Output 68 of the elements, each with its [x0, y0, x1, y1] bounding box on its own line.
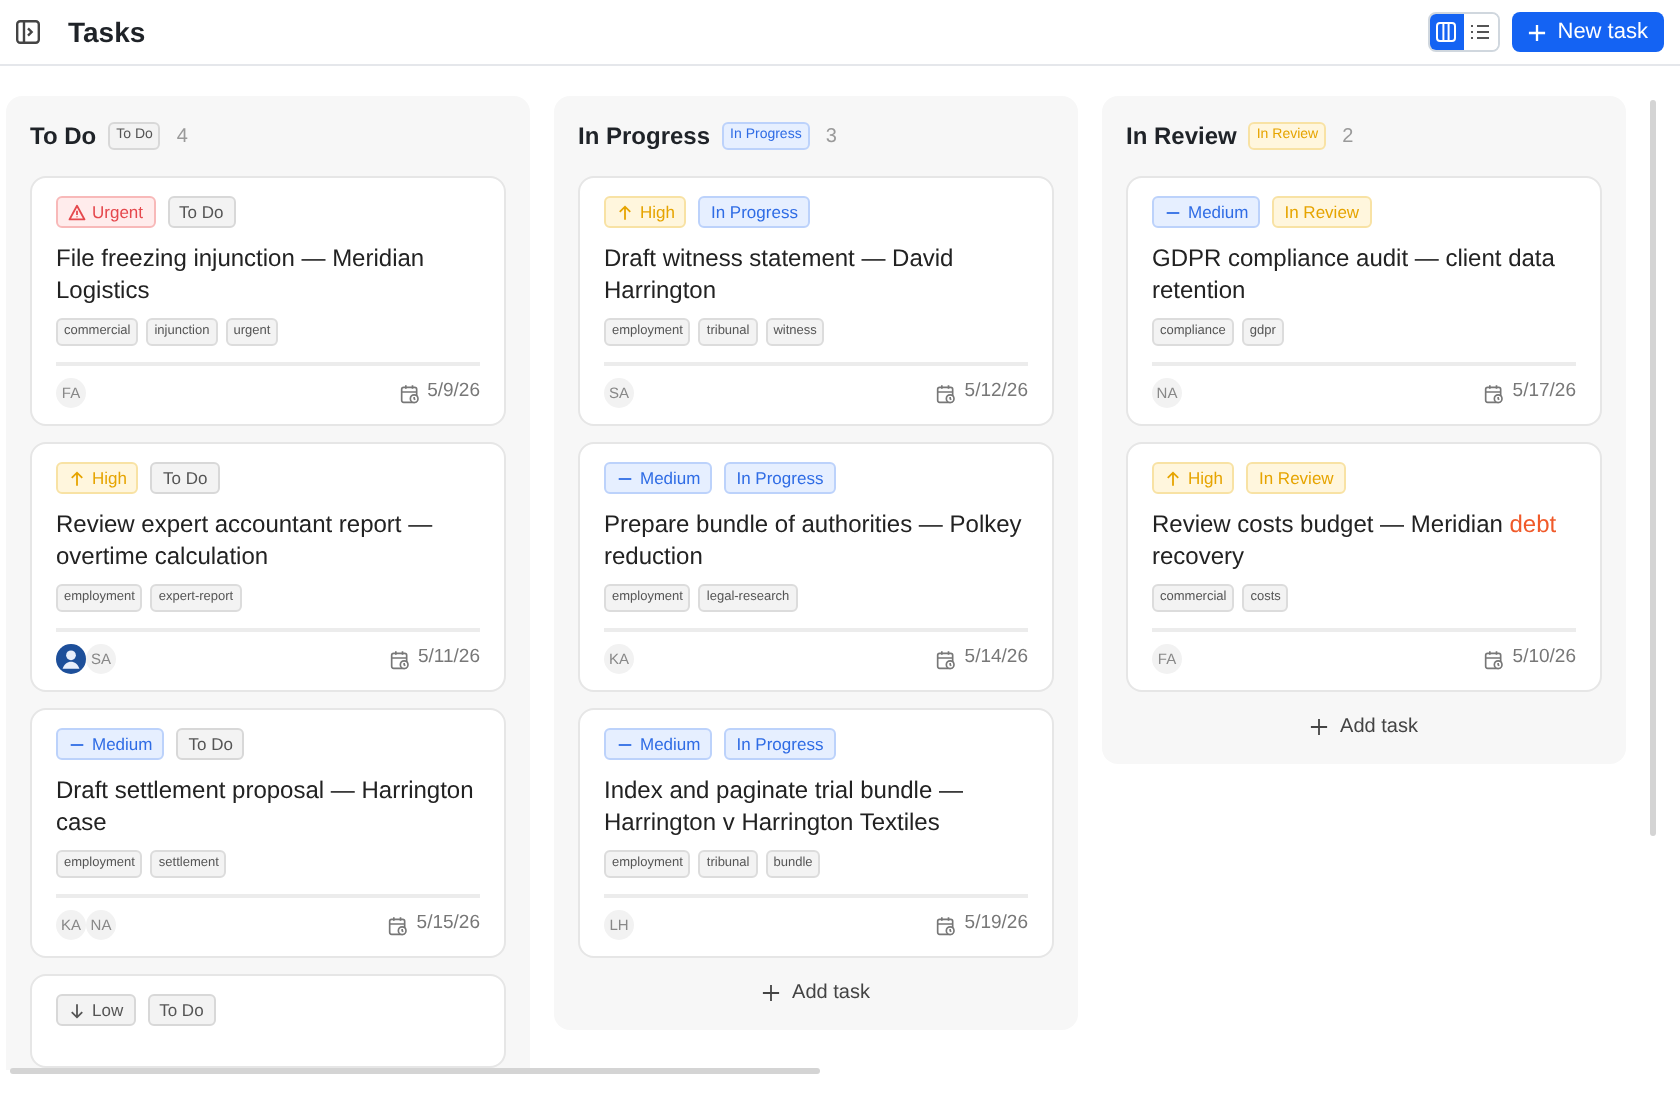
- add-task-button[interactable]: Add task: [1310, 708, 1418, 744]
- task-count: 4: [176, 123, 188, 151]
- avatar-icon: [56, 644, 86, 674]
- calendar-icon: [1484, 383, 1505, 403]
- status-badge: In Review: [1272, 196, 1372, 228]
- arrow-up-icon: [1164, 469, 1182, 487]
- calendar-icon: [388, 915, 409, 935]
- calendar-icon: [936, 649, 957, 669]
- task-title: Draft witness statement — David Harrington: [604, 242, 956, 306]
- task-title: File freezing injunction — Meridian Logistics: [56, 242, 427, 306]
- priority-badge: Medium: [604, 728, 713, 760]
- task-title: Prepare bundle of authorities — Polkey reduction: [604, 508, 1024, 572]
- sidebar-toggle-icon[interactable]: [16, 20, 40, 44]
- due-date: 5/12/26: [964, 378, 1028, 407]
- page-title: Tasks: [68, 13, 146, 51]
- list-icon: [1470, 22, 1491, 42]
- plus-icon: [762, 983, 781, 1001]
- due-date: 5/15/26: [416, 910, 480, 939]
- due-date: 5/17/26: [1512, 378, 1576, 407]
- status-badge: In Progress: [724, 728, 836, 760]
- task-title: Review expert accountant report — overtime calculation: [56, 508, 435, 572]
- status-badge: In Review: [1246, 462, 1346, 494]
- priority-badge: High: [604, 196, 687, 228]
- status-badge: To Do: [147, 994, 216, 1026]
- arrow-down-icon: [68, 1001, 86, 1019]
- priority-badge: Urgent: [56, 196, 156, 228]
- status-badge: To Do: [176, 728, 245, 760]
- due-date: 5/19/26: [964, 910, 1028, 939]
- status-badge: In Progress: [724, 462, 836, 494]
- task-count: 2: [1342, 123, 1354, 151]
- column-title: To Do: [30, 120, 97, 154]
- status-badge: In Progress: [698, 196, 810, 228]
- priority-badge: High: [1152, 462, 1235, 494]
- warning-icon: [68, 203, 86, 221]
- plus-icon: [1527, 23, 1546, 41]
- priority-badge: Medium: [604, 462, 713, 494]
- calendar-icon: [399, 383, 420, 403]
- arrow-up-icon: [616, 203, 634, 221]
- column-title: In Review: [1126, 120, 1237, 154]
- status-badge: To Do: [150, 462, 220, 494]
- priority-badge: Medium: [1152, 196, 1261, 228]
- calendar-icon: [390, 649, 410, 669]
- due-date: 5/14/26: [964, 644, 1028, 673]
- task-title: Review costs budget — Meridian debt recovery: [1152, 508, 1559, 572]
- add-task-button[interactable]: Add task: [762, 974, 870, 1010]
- status-badge: To Do: [167, 196, 236, 228]
- new-task-button[interactable]: New task: [1511, 12, 1664, 52]
- plus-icon: [1310, 717, 1329, 735]
- due-date: 5/9/26: [427, 378, 480, 407]
- priority-badge: Medium: [56, 728, 165, 760]
- calendar-icon: [936, 915, 957, 935]
- column-title: In Progress: [578, 120, 711, 154]
- arrow-up-icon: [68, 469, 86, 487]
- board-view-button[interactable]: [1429, 14, 1464, 50]
- horizontal-scrollbar[interactable]: [10, 1068, 820, 1074]
- task-count: 3: [825, 123, 837, 151]
- due-date: 5/11/26: [418, 644, 480, 673]
- priority-badge: High: [56, 462, 139, 494]
- calendar-icon: [936, 383, 957, 403]
- task-card[interactable]: Low To Do: [30, 974, 506, 1068]
- calendar-icon: [1484, 649, 1505, 669]
- due-date: 5/10/26: [1512, 644, 1576, 673]
- priority-badge: Low: [56, 994, 136, 1026]
- columns-icon: [1436, 22, 1457, 42]
- task-title: Draft settlement proposal — Harrington case: [56, 774, 476, 838]
- task-title: GDPR compliance audit — client data retention: [1152, 242, 1557, 306]
- task-title: Index and paginate trial bundle — Harrington v Harrington Textiles: [604, 774, 965, 838]
- vertical-scrollbar[interactable]: [1650, 100, 1656, 836]
